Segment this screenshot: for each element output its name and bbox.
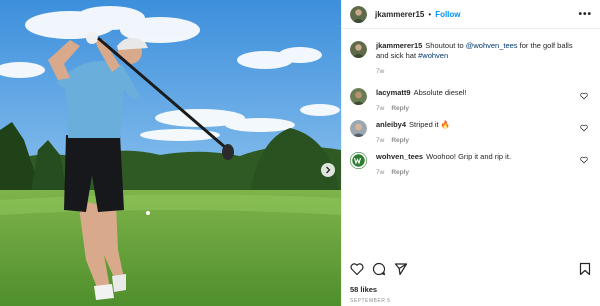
comment-text: Woohoo! Grip it and rip it. bbox=[426, 152, 512, 161]
comment-text: Absolute diesel! bbox=[413, 88, 467, 97]
comment-time[interactable]: 7w bbox=[376, 137, 384, 144]
comment-heart-icon[interactable] bbox=[580, 124, 588, 132]
post-date: SEPTEMBER 5 bbox=[350, 298, 391, 304]
caption-username[interactable]: jkammerer15 bbox=[376, 41, 422, 50]
caption-avatar[interactable] bbox=[350, 41, 367, 58]
caption-mention-link[interactable]: @wohven_tees bbox=[466, 41, 518, 50]
comment-time[interactable]: 7w bbox=[376, 105, 384, 112]
reply-button[interactable]: Reply bbox=[391, 137, 409, 144]
comment-item: wohven_tees Woohoo! Grip it and rip it. 7… bbox=[350, 152, 592, 176]
author-avatar[interactable] bbox=[350, 5, 367, 23]
comments-list[interactable]: jkammerer15 Shoutout to @wohven_tees for … bbox=[342, 29, 600, 253]
comment-heart-icon[interactable] bbox=[580, 92, 588, 100]
action-bar bbox=[350, 262, 592, 276]
bookmark-icon[interactable] bbox=[578, 262, 592, 276]
golfer-photo bbox=[0, 0, 341, 306]
like-count[interactable]: 58 likes bbox=[350, 285, 377, 294]
more-options-button[interactable]: ••• bbox=[578, 9, 592, 20]
caption-text: jkammerer15 Shoutout to @wohven_tees for … bbox=[376, 41, 581, 61]
post-header: jkammerer15 • Follow ••• bbox=[342, 0, 600, 29]
caption-hashtag-link[interactable]: #wohven bbox=[418, 51, 448, 60]
commenter-avatar[interactable] bbox=[350, 120, 367, 137]
post-caption: jkammerer15 Shoutout to @wohven_tees for … bbox=[350, 41, 592, 75]
chevron-right-icon bbox=[326, 166, 331, 174]
caption-meta: 7w bbox=[376, 68, 581, 75]
commenter-username[interactable]: wohven_tees bbox=[376, 152, 423, 161]
comment-item: lacymatt9 Absolute diesel! 7w Reply bbox=[350, 88, 592, 112]
commenter-avatar[interactable] bbox=[350, 88, 367, 105]
comment-heart-icon[interactable] bbox=[580, 156, 588, 164]
comment-icon[interactable] bbox=[372, 262, 386, 276]
commenter-avatar[interactable] bbox=[350, 152, 367, 169]
instagram-post: jkammerer15 • Follow ••• jkammerer15 Shou… bbox=[0, 0, 600, 306]
comment-time[interactable]: 7w bbox=[376, 169, 384, 176]
caption-time[interactable]: 7w bbox=[376, 68, 384, 75]
reply-button[interactable]: Reply bbox=[391, 105, 409, 112]
send-icon[interactable] bbox=[394, 262, 408, 276]
comment-text: Striped it 🔥 bbox=[409, 120, 451, 129]
post-photo[interactable] bbox=[0, 0, 341, 306]
commenter-username[interactable]: lacymatt9 bbox=[376, 88, 411, 97]
caption-text-before: Shoutout to bbox=[425, 41, 466, 50]
commenter-username[interactable]: anleiby4 bbox=[376, 120, 406, 129]
comment-item: anleiby4 Striped it 🔥 7w Reply bbox=[350, 120, 592, 144]
header-separator: • bbox=[428, 9, 432, 19]
post-side-panel: jkammerer15 • Follow ••• jkammerer15 Shou… bbox=[341, 0, 600, 306]
author-username[interactable]: jkammerer15 bbox=[375, 10, 424, 19]
follow-button[interactable]: Follow bbox=[435, 10, 460, 19]
next-photo-button[interactable] bbox=[321, 163, 335, 177]
reply-button[interactable]: Reply bbox=[391, 169, 409, 176]
heart-icon[interactable] bbox=[350, 262, 364, 276]
